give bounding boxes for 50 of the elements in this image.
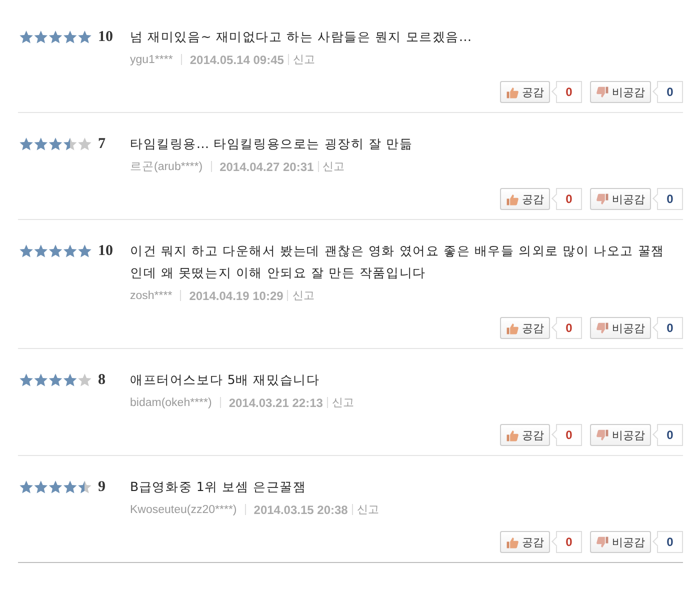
thumbs-down-icon [596, 192, 609, 206]
dislike-count: 0 [652, 81, 683, 103]
review-text: 타임킬링용... 타임킬링용으로는 굉장히 잘 만듦 [130, 135, 414, 153]
review-text: B급영화중 1위 보셈 은근꿀잼 [130, 478, 308, 496]
review-text: 애프터어스보다 5배 재밌습니다 [130, 371, 321, 389]
like-button[interactable]: 공감 [500, 81, 550, 103]
like-button[interactable]: 공감 [500, 188, 550, 210]
like-count: 0 [551, 188, 582, 210]
like-button[interactable]: 공감 [500, 424, 550, 446]
like-count: 0 [551, 531, 582, 553]
author-name: Kwoseuteu(zz20****) [130, 504, 237, 516]
like-count: 0 [551, 81, 582, 103]
thumbs-down-icon [596, 428, 609, 442]
dislike-count: 0 [652, 317, 683, 339]
review-date: 2014.03.21 22:13 [228, 396, 323, 410]
thumbs-up-icon [506, 86, 519, 98]
thumbs-down-icon [596, 536, 609, 548]
thumbs-up-icon [506, 192, 519, 206]
thumbs-down-icon [596, 322, 609, 334]
like-count: 0 [551, 317, 582, 339]
thumbs-up-icon [506, 428, 519, 442]
review-date: 2014.04.27 20:31 [220, 160, 314, 174]
author-name: bidam(okeh****) [130, 396, 212, 408]
thumbs-up-icon [506, 536, 519, 548]
dislike-button[interactable]: 비공감 [590, 188, 651, 210]
author-name: 르곤(arub****) [130, 160, 203, 174]
dislike-button[interactable]: 비공감 [590, 81, 651, 103]
rating-score: 10 [98, 28, 113, 46]
like-button[interactable]: 공감 [500, 531, 550, 553]
review-text: 넘 재미있음~ 재미없다고 하는 사람들은 뭔지 모르겠음... [130, 28, 473, 46]
dislike-button[interactable]: 비공감 [590, 531, 651, 553]
review-date: 2014.05.14 09:45 [190, 52, 284, 66]
dislike-button[interactable]: 비공감 [590, 317, 651, 339]
rating-score: 10 [98, 242, 113, 260]
thumbs-down-icon [596, 86, 609, 98]
dislike-count: 0 [652, 531, 683, 553]
like-button[interactable]: 공감 [500, 317, 550, 339]
dislike-button[interactable]: 비공감 [590, 424, 651, 446]
rating-score: 8 [98, 372, 106, 388]
thumbs-up-icon [506, 322, 519, 334]
author-name: ygu1**** [130, 54, 173, 66]
dislike-count: 0 [652, 424, 683, 446]
review-date: 2014.04.19 10:29 [189, 288, 284, 302]
rating-score: 7 [98, 136, 106, 152]
rating-score: 9 [98, 478, 106, 496]
review-text: 이건 뭐지 하고 다운해서 봤는데 괜찮은 영화 였어요 좋은 배우들 의외로 많이 나오고 꿀잼인데 왜 못떴는지 이해 안되요 잘 만든 작품입니다 [130, 242, 666, 282]
author-name: zosh**** [130, 290, 172, 302]
dislike-count: 0 [652, 188, 683, 210]
like-count: 0 [551, 424, 582, 446]
review-date: 2014.03.15 20:38 [254, 502, 348, 516]
